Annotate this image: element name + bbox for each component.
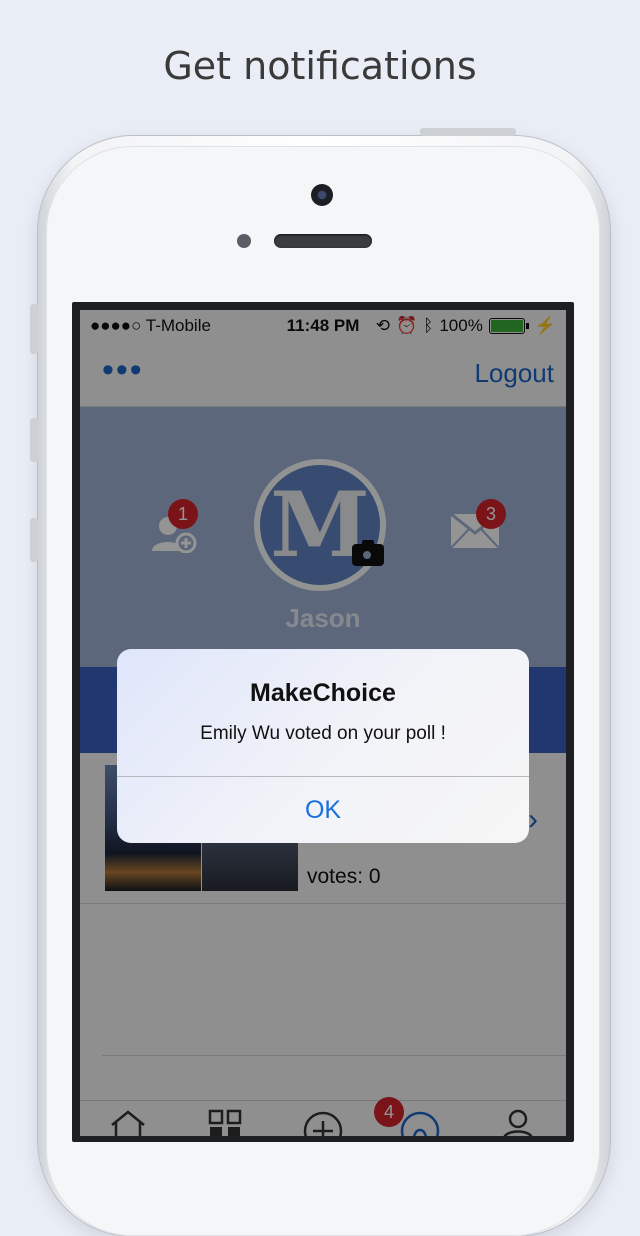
alert-message: Emily Wu voted on your poll ! bbox=[200, 723, 446, 744]
volume-down-button bbox=[30, 518, 38, 562]
power-button bbox=[420, 128, 516, 136]
earpiece-speaker bbox=[274, 234, 372, 248]
alert-dialog: MakeChoice Emily Wu voted on your poll !… bbox=[117, 649, 529, 843]
app-display: ●●●●○ T-Mobile 11:48 PM ⟲ ⏰ ᛒ 100% ⚡ •••… bbox=[80, 310, 566, 1136]
proximity-sensor bbox=[237, 234, 251, 248]
page-headline: Get notifications bbox=[163, 44, 477, 88]
volume-up-button bbox=[30, 418, 38, 462]
mute-switch bbox=[30, 304, 38, 354]
front-camera-icon bbox=[311, 184, 333, 206]
alert-title: MakeChoice bbox=[250, 679, 396, 707]
ok-button[interactable]: OK bbox=[117, 777, 529, 843]
